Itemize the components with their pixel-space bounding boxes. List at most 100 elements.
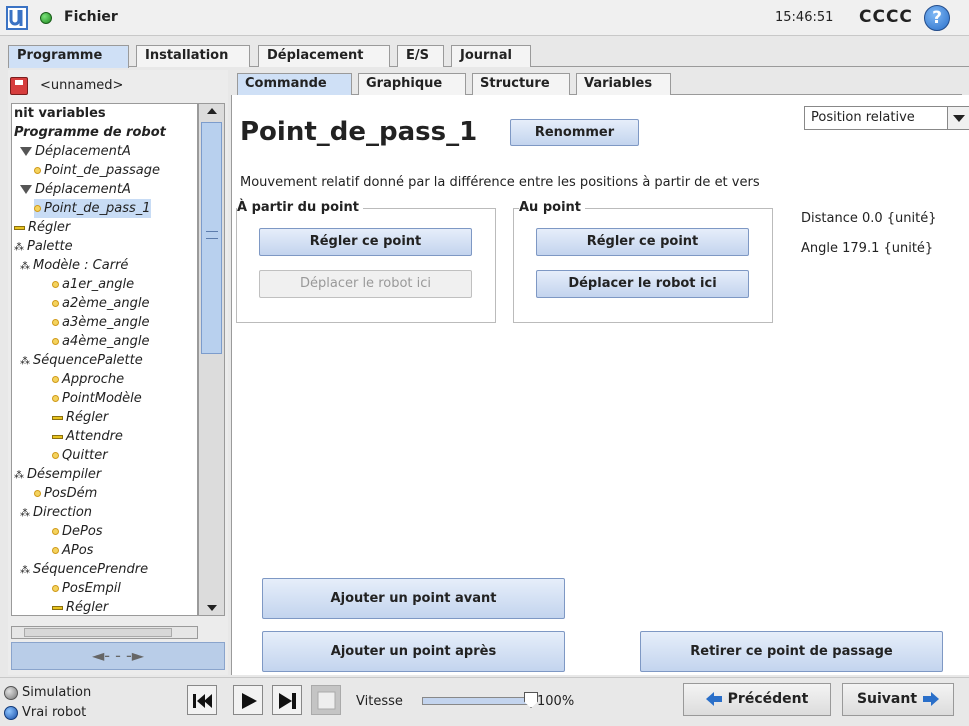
tree-item[interactable]: Régler (52, 598, 108, 615)
tree-item[interactable]: APos (52, 541, 93, 560)
robot-name: CCCC (859, 7, 913, 27)
program-tree[interactable]: nit variables Programme de robot Déplaceme… (11, 103, 198, 616)
waypoint-icon (52, 395, 59, 402)
tree-item[interactable]: ⁂ Direction (20, 503, 92, 522)
tab-structure[interactable]: Structure (472, 73, 570, 95)
sequence-icon: ⁂ (20, 356, 30, 367)
tree-item[interactable]: Point_de_passage (34, 161, 160, 180)
tree-item[interactable]: a3ème_angle (52, 313, 149, 332)
tree-item[interactable]: ⁂ Désempiler (14, 465, 101, 484)
tree-item-label: Palette (27, 239, 73, 254)
scroll-down-icon[interactable] (207, 605, 217, 611)
real-robot-mode-option[interactable]: Vrai robot (4, 705, 86, 720)
waypoint-icon (52, 528, 59, 535)
pattern-icon: ⁂ (20, 261, 30, 272)
tree-item-label: Régler (66, 410, 109, 425)
set-to-point-button[interactable]: Régler ce point (536, 228, 749, 256)
step-button[interactable] (272, 685, 302, 715)
help-icon[interactable]: ? (924, 5, 950, 31)
tree-item-label: Modèle : Carré (33, 258, 129, 273)
move-robot-to-button[interactable]: Déplacer le robot ici (536, 270, 749, 298)
add-point-before-button[interactable]: Ajouter un point avant (262, 578, 565, 619)
tree-item-label: a2ème_angle (62, 296, 150, 311)
tree-item[interactable]: PointModèle (52, 389, 142, 408)
save-icon[interactable] (10, 77, 28, 95)
tree-item[interactable]: DéplacementA (20, 142, 131, 161)
tree-item[interactable]: nit variables (14, 104, 106, 123)
scroll-up-icon[interactable] (207, 108, 217, 114)
tree-item[interactable]: ⁂ SéquencePalette (20, 351, 143, 370)
tab-commande[interactable]: Commande (237, 73, 352, 95)
tree-item[interactable]: DéplacementA (20, 180, 131, 199)
tab-deplacement[interactable]: Déplacement (258, 45, 390, 67)
tree-item-label: Point_de_passage (44, 163, 160, 178)
tree-item[interactable]: ⁂ Modèle : Carré (20, 256, 128, 275)
tree-item[interactable]: Approche (52, 370, 124, 389)
waypoint-description: Mouvement relatif donné par la différenc… (240, 175, 760, 190)
play-button[interactable] (233, 685, 263, 715)
set-icon (52, 415, 63, 420)
tab-io[interactable]: E/S (397, 45, 444, 67)
tree-item[interactable]: Point_de_pass_1 (34, 199, 151, 218)
tree-item[interactable]: a1er_angle (52, 275, 134, 294)
program-tree-panel: <unnamed> nit variables Programme de robo… (8, 70, 228, 675)
panel-resize-button[interactable]: ◄- - -► (11, 642, 225, 670)
tree-vertical-scrollbar[interactable] (198, 103, 225, 616)
clock: 15:46:51 (775, 10, 834, 25)
set-icon (14, 225, 25, 230)
tree-item[interactable]: a2ème_angle (52, 294, 149, 313)
tab-programme[interactable]: Programme (8, 45, 129, 68)
tree-item[interactable]: Programme de robot (14, 123, 166, 142)
tree-item[interactable]: PosDém (34, 484, 97, 503)
tree-item[interactable]: Quitter (52, 446, 108, 465)
speed-slider-knob[interactable] (524, 692, 538, 708)
tree-item-label: Point_de_pass_1 (44, 201, 151, 216)
stop-button[interactable] (311, 685, 341, 715)
tree-item-label: Désempiler (27, 467, 102, 482)
speed-slider[interactable] (422, 692, 538, 708)
tree-item-label: Direction (33, 505, 93, 520)
set-from-point-button[interactable]: Régler ce point (259, 228, 472, 256)
waypoint-icon (52, 452, 59, 459)
h-scroll-thumb[interactable] (24, 628, 172, 637)
tab-graphique[interactable]: Graphique (358, 73, 466, 95)
tree-item[interactable]: a4ème_angle (52, 332, 149, 351)
real-robot-radio-icon[interactable] (4, 706, 18, 720)
tree-item[interactable]: Régler (52, 408, 108, 427)
tab-journal[interactable]: Journal (451, 45, 531, 67)
tree-item-label: APos (62, 543, 94, 558)
tree-item-label: Approche (62, 372, 125, 387)
scroll-thumb[interactable] (201, 122, 222, 354)
simulation-radio-icon[interactable] (4, 686, 18, 700)
tree-item[interactable]: ⁂ Palette (14, 237, 73, 256)
tab-variables[interactable]: Variables (576, 73, 671, 95)
simulation-mode-option[interactable]: Simulation (4, 685, 92, 700)
simulation-label: Simulation (22, 685, 92, 700)
tree-horizontal-scrollbar[interactable] (11, 626, 198, 639)
pallet-icon: ⁂ (14, 470, 24, 481)
waypoint-icon (52, 547, 59, 554)
title-bar: Fichier 15:46:51 CCCC ? (0, 0, 969, 36)
tree-item[interactable]: PosEmpil (52, 579, 121, 598)
chevron-down-icon[interactable] (947, 107, 969, 129)
waypoint-icon (52, 281, 59, 288)
rename-button[interactable]: Renommer (510, 119, 639, 146)
tree-item-label: nit variables (14, 106, 106, 121)
tree-item[interactable]: ⁂ SéquencePrendre (20, 560, 148, 579)
play-icon (242, 693, 257, 709)
tree-item[interactable]: Attendre (52, 427, 123, 446)
waypoint-type-select[interactable]: Position relative (804, 106, 969, 130)
previous-button[interactable]: Précédent (683, 683, 831, 716)
tree-item[interactable]: DePos (52, 522, 103, 541)
set-icon (52, 605, 63, 610)
tree-item[interactable]: Régler (14, 218, 70, 237)
add-point-after-button[interactable]: Ajouter un point après (262, 631, 565, 672)
next-button[interactable]: Suivant (842, 683, 954, 716)
remove-waypoint-button[interactable]: Retirer ce point de passage (640, 631, 943, 672)
move-robot-from-button[interactable]: Déplacer le robot ici (259, 270, 472, 298)
file-menu[interactable]: Fichier (64, 9, 118, 25)
rewind-button[interactable] (187, 685, 217, 715)
tab-installation[interactable]: Installation (136, 45, 250, 67)
tree-item-label: Régler (28, 220, 71, 235)
step-forward-icon (279, 693, 296, 709)
